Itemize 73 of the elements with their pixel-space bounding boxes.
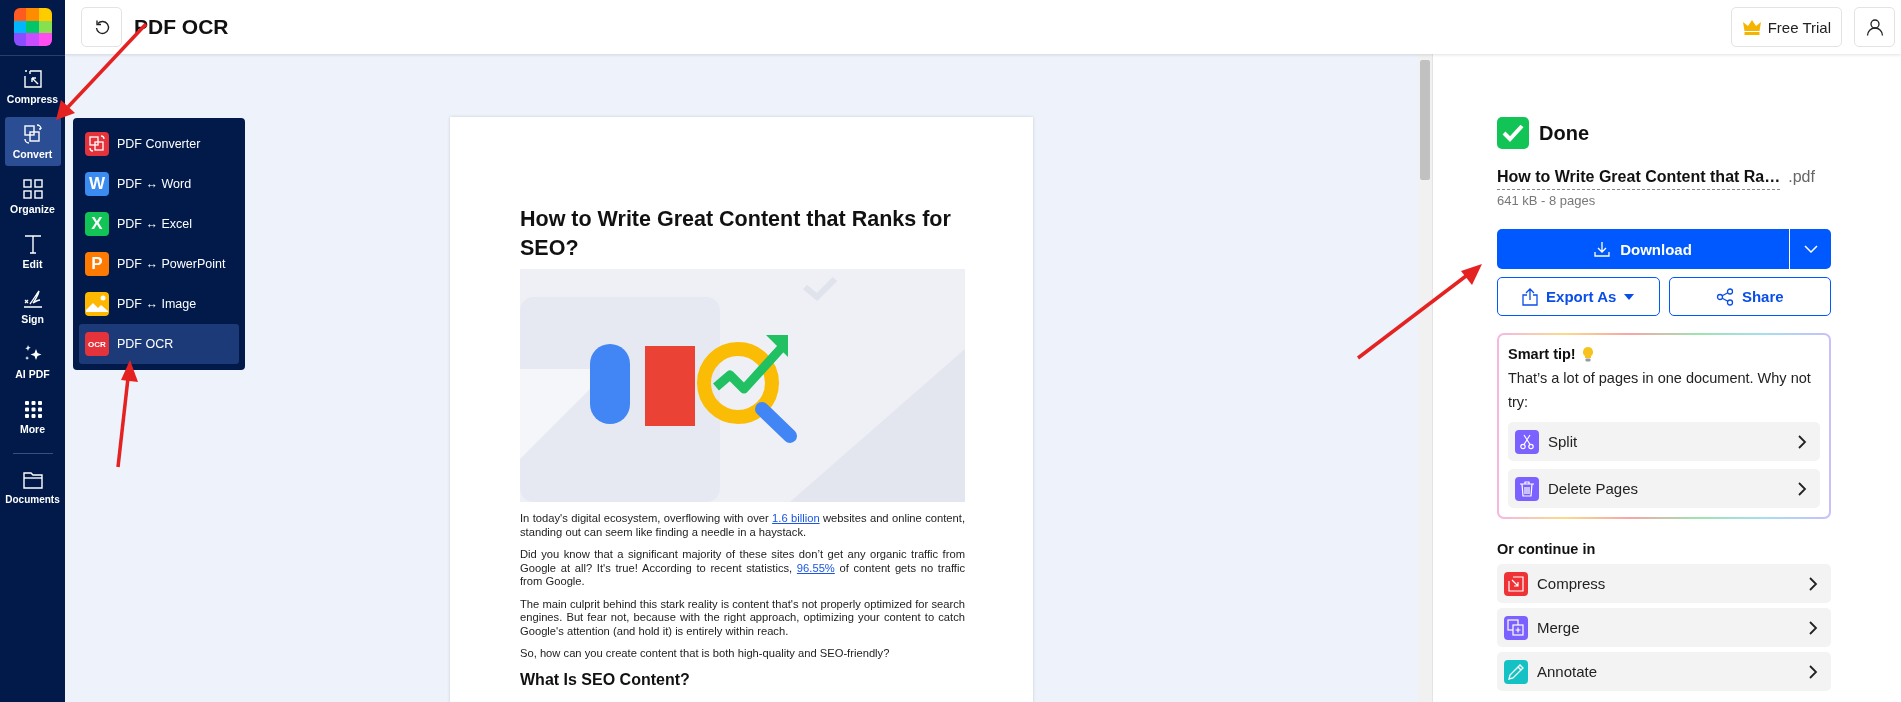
merge-icon	[1504, 615, 1528, 640]
menu-item[interactable]: W PDF ↔ Word	[79, 164, 239, 204]
excel-icon: X	[85, 212, 109, 236]
undo-icon	[93, 19, 110, 35]
lightbulb-icon	[1581, 346, 1594, 362]
download-options-button[interactable]	[1789, 229, 1831, 269]
section-heading: What Is SEO Content?	[520, 669, 691, 689]
convert-icon	[85, 132, 109, 156]
chevron-right-icon	[1808, 620, 1818, 635]
image-icon	[85, 292, 109, 316]
chevron-down-icon	[1803, 245, 1818, 253]
chevron-right-icon	[1797, 481, 1807, 496]
download-icon	[1594, 241, 1611, 257]
tool-row[interactable]: Split	[1508, 422, 1820, 461]
text-link[interactable]: 1.6 billion	[772, 512, 820, 524]
chevron-right-icon	[1797, 434, 1807, 449]
sidebar-item[interactable]: Convert	[4, 117, 61, 166]
free-trial-button[interactable]: Free Trial	[1730, 7, 1842, 47]
chevron-right-icon	[1808, 576, 1818, 591]
sidebar-item[interactable]: Edit	[4, 227, 61, 276]
undo-button[interactable]	[81, 7, 122, 47]
menu-item[interactable]: PDF Converter	[79, 124, 239, 164]
trash-icon	[1515, 476, 1539, 501]
paragraph: Did you know that a significant majority of these sites don’t get any organic traffic from Google at all? It's true! According to recent statistics, 96.55% of content gets no traffic from Google.	[520, 548, 965, 589]
sidebar-item[interactable]: Compress	[4, 62, 61, 111]
text-link[interactable]: 96.55%	[796, 561, 835, 574]
menu-item[interactable]: PDF ↔ Image	[79, 284, 239, 324]
pencil-icon	[1504, 659, 1528, 684]
tip-text: That’s a lot of pages in one document. Why not try:	[1508, 369, 1812, 412]
powerpoint-icon: P	[85, 252, 109, 276]
tool-row[interactable]: Merge	[1497, 608, 1831, 647]
checkmark-icon	[1497, 117, 1529, 149]
sidebar-item[interactable]: Documents	[0, 462, 65, 511]
compress-icon	[21, 68, 44, 90]
user-icon	[1865, 18, 1884, 36]
caret-icon	[1624, 293, 1635, 300]
app-logo[interactable]	[13, 8, 52, 46]
export-button[interactable]: Export As	[1497, 277, 1660, 316]
file-info: 641 kB - 8 pages	[1497, 193, 1597, 208]
file-name[interactable]: How to Write Great Content that Ra…	[1497, 168, 1781, 190]
paragraph: So, how can you create content that is both high-quality and SEO-friendly?	[520, 647, 891, 661]
scissors-icon	[1515, 429, 1539, 454]
sidebar-item[interactable]: AI PDF	[4, 337, 61, 386]
tool-row[interactable]: Delete Pages	[1508, 469, 1820, 508]
signature-icon	[21, 288, 44, 310]
sidebar-item[interactable]: More	[4, 392, 61, 441]
menu-item[interactable]: X PDF ↔ Excel	[79, 204, 239, 244]
word-icon: W	[85, 172, 109, 196]
document-title: How to Write Great Content that Ranks for SEO?	[520, 206, 952, 262]
paragraph: In today's digital ecosystem, overflowing with over 1.6 billion websites and online content, standing out can seem like finding a needle in a haystack.	[520, 512, 965, 539]
tool-row[interactable]: Compress	[1497, 564, 1831, 603]
share-button[interactable]: Share	[1668, 277, 1831, 316]
tip-title: Smart tip!	[1508, 346, 1576, 362]
upload-icon	[1522, 287, 1539, 306]
share-icon	[1715, 287, 1734, 306]
download-button[interactable]: Download	[1497, 229, 1789, 269]
file-extension: .pdf	[1788, 168, 1815, 186]
convert-icon	[21, 123, 44, 145]
grid-icon	[21, 178, 44, 200]
paragraph: The main culprit behind this stark reality is content that's not properly optimized for search engines. But fear not, because with the right approach, optimizing your content to catch Google's attention (and hold it) is entirely within reach.	[520, 597, 965, 638]
status-text: Done	[1539, 121, 1589, 145]
menu-item[interactable]: OCR PDF OCR	[79, 324, 239, 364]
account-button[interactable]	[1854, 7, 1895, 47]
tool-row[interactable]: Annotate	[1497, 652, 1831, 691]
chevron-right-icon	[1808, 664, 1818, 679]
ocr-icon: OCR	[85, 332, 109, 356]
menu-item[interactable]: P PDF ↔ PowerPoint	[79, 244, 239, 284]
compress-icon	[1504, 571, 1528, 596]
scrollbar[interactable]	[1420, 60, 1430, 180]
section-heading: Or continue in	[1497, 541, 1597, 557]
sidebar-item[interactable]: Organize	[4, 172, 61, 221]
sidebar-item[interactable]: Sign	[4, 282, 61, 331]
crown-icon	[1741, 19, 1762, 35]
